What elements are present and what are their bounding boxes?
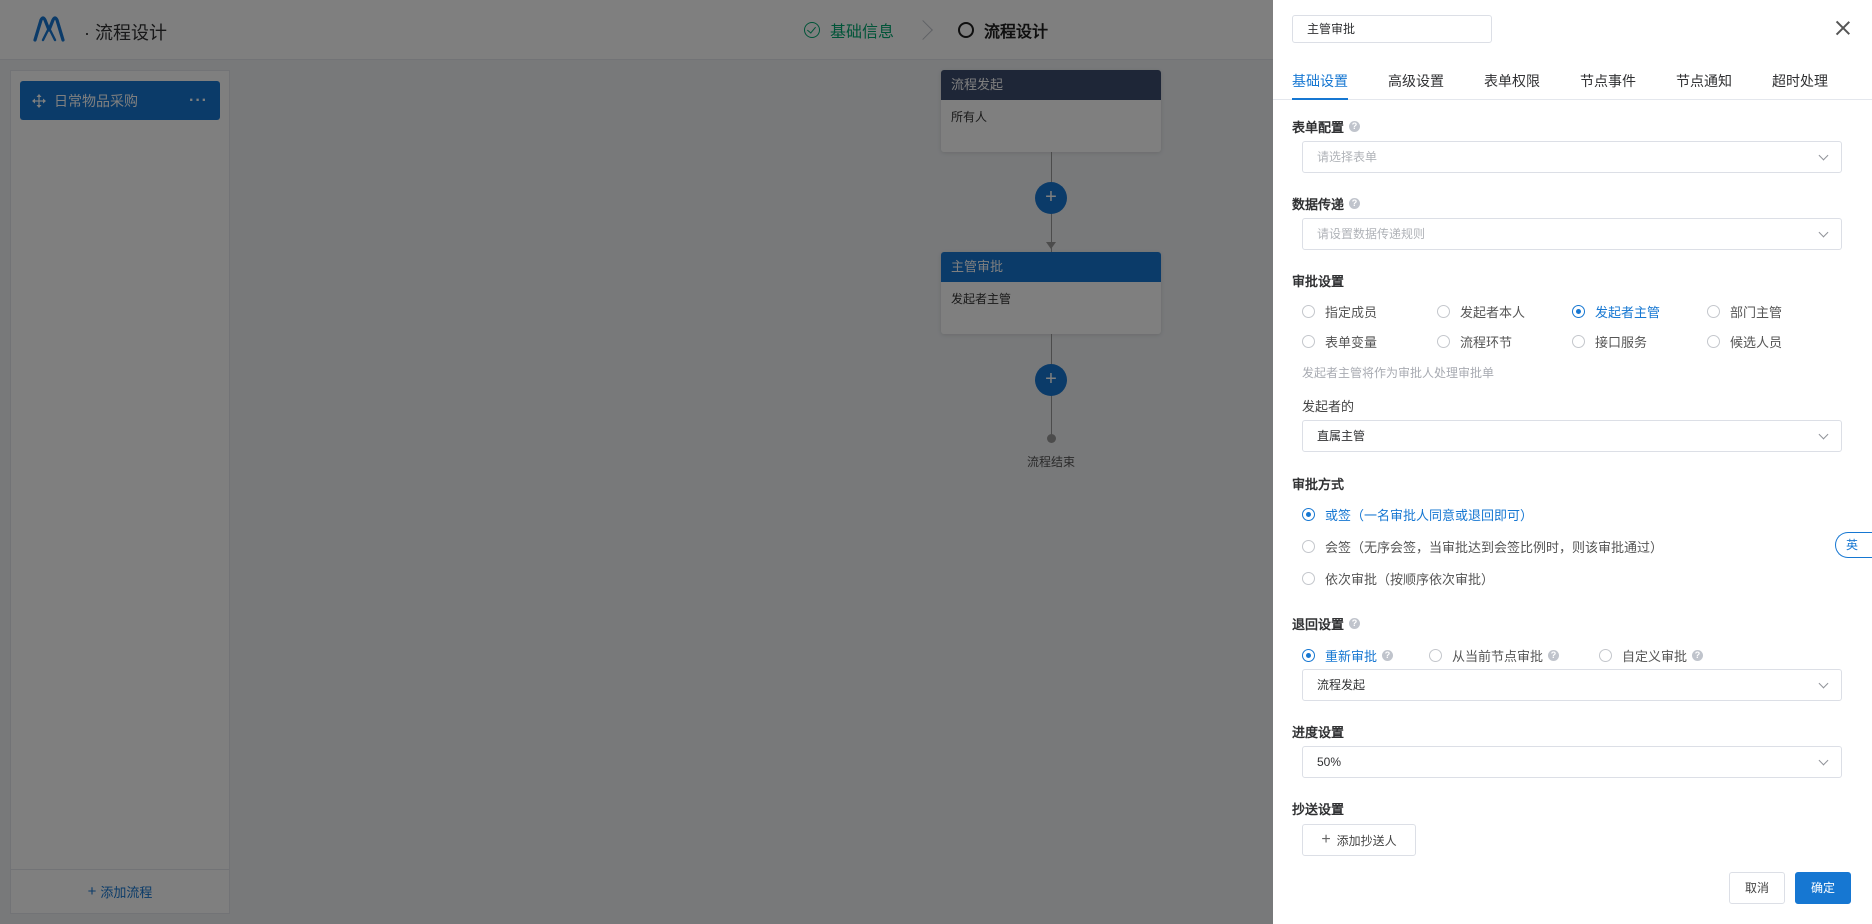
select-value: 流程发起 [1317, 678, 1366, 692]
data-transfer-select[interactable]: 请设置数据传递规则 [1302, 218, 1842, 250]
progress-select[interactable]: 50% [1302, 746, 1842, 778]
radio-approval-method[interactable]: 会签（无序会签，当审批达到会签比例时，则该审批通过） [1302, 537, 1663, 556]
radio-circle [1429, 649, 1442, 662]
radio-label: 重新审批 [1325, 649, 1378, 664]
chevron-down-icon [1818, 429, 1829, 440]
node-name-input[interactable]: 主管审批 [1292, 15, 1492, 43]
radio-label: 从当前节点审批 [1452, 649, 1544, 664]
radio-approver-type[interactable]: 候选人员 [1707, 332, 1782, 351]
section-title-text: 退回设置 [1292, 617, 1345, 632]
radio-circle [1599, 649, 1612, 662]
radio-label: 依次审批（按顺序依次审批） [1325, 572, 1495, 587]
radio-label: 发起者主管 [1595, 305, 1661, 320]
radio-circle [1302, 508, 1315, 521]
plus-icon: + [1321, 831, 1331, 848]
select-placeholder: 请设置数据传递规则 [1317, 227, 1426, 241]
radio-label: 接口服务 [1595, 335, 1648, 350]
radio-circle [1707, 335, 1720, 348]
tab-advanced-settings[interactable]: 高级设置 [1388, 71, 1444, 100]
radio-circle [1302, 649, 1315, 662]
return-node-select[interactable]: 流程发起 [1302, 669, 1842, 701]
form-select[interactable]: 请选择表单 [1302, 141, 1842, 173]
radio-label: 候选人员 [1730, 335, 1783, 350]
node-config-drawer: 主管审批 基础设置 高级设置 表单权限 节点事件 节点通知 超时处理 表单配置?… [1273, 0, 1872, 924]
radio-circle [1302, 305, 1315, 318]
tab-node-events[interactable]: 节点事件 [1580, 71, 1636, 100]
radio-return-mode[interactable]: 从当前节点审批? [1429, 646, 1560, 665]
chevron-down-icon [1818, 678, 1829, 689]
help-icon[interactable]: ? [1349, 618, 1361, 629]
radio-circle [1302, 572, 1315, 585]
approval-method-title: 审批方式 [1292, 477, 1345, 492]
confirm-button[interactable]: 确定 [1795, 872, 1851, 904]
progress-settings-title: 进度设置 [1292, 725, 1345, 740]
radio-circle [1707, 305, 1720, 318]
radio-label: 部门主管 [1730, 305, 1783, 320]
chevron-down-icon [1818, 755, 1829, 766]
radio-return-mode[interactable]: 自定义审批? [1599, 646, 1704, 665]
return-settings-title: 退回设置? [1292, 614, 1361, 633]
radio-circle [1437, 305, 1450, 318]
radio-approver-type[interactable]: 指定成员 [1302, 302, 1377, 321]
form-config-title: 表单配置? [1292, 117, 1361, 136]
radio-label: 表单变量 [1325, 335, 1378, 350]
radio-approver-type[interactable]: 部门主管 [1707, 302, 1782, 321]
radio-approver-type[interactable]: 接口服务 [1572, 332, 1647, 351]
select-placeholder: 请选择表单 [1317, 150, 1378, 164]
cancel-button[interactable]: 取消 [1729, 872, 1785, 904]
chevron-down-icon [1818, 150, 1829, 161]
add-cc-label: 添加抄送人 [1336, 833, 1397, 848]
initiator-label: 发起者的 [1302, 399, 1355, 414]
radio-circle [1572, 335, 1585, 348]
help-icon[interactable]: ? [1349, 198, 1361, 209]
section-title-text: 数据传递 [1292, 197, 1345, 212]
select-value: 直属主管 [1317, 429, 1366, 443]
close-icon[interactable] [1835, 20, 1851, 36]
radio-label: 会签（无序会签，当审批达到会签比例时，则该审批通过） [1325, 540, 1664, 555]
data-transfer-title: 数据传递? [1292, 194, 1361, 213]
radio-label: 流程环节 [1460, 335, 1513, 350]
tab-form-permissions[interactable]: 表单权限 [1484, 71, 1540, 100]
config-tabs: 基础设置 高级设置 表单权限 节点事件 节点通知 超时处理 [1273, 64, 1872, 100]
help-icon[interactable]: ? [1382, 650, 1394, 661]
radio-approver-type[interactable]: 发起者本人 [1437, 302, 1525, 321]
radio-circle [1302, 335, 1315, 348]
add-cc-button[interactable]: + 添加抄送人 [1302, 824, 1416, 856]
help-icon[interactable]: ? [1548, 650, 1560, 661]
help-icon[interactable]: ? [1692, 650, 1704, 661]
radio-label: 发起者本人 [1460, 305, 1526, 320]
radio-circle [1437, 335, 1450, 348]
radio-approval-method[interactable]: 依次审批（按顺序依次审批） [1302, 569, 1494, 588]
initiator-select[interactable]: 直属主管 [1302, 420, 1842, 452]
cc-settings-title: 抄送设置 [1292, 802, 1345, 817]
radio-circle [1572, 305, 1585, 318]
approval-settings-title: 审批设置 [1292, 274, 1345, 289]
radio-label: 或签（一名审批人同意或退回即可） [1325, 508, 1534, 523]
radio-circle [1302, 540, 1315, 553]
help-icon[interactable]: ? [1349, 121, 1361, 132]
approval-hint: 发起者主管将作为审批人处理审批单 [1302, 366, 1495, 380]
radio-approver-type[interactable]: 发起者主管 [1572, 302, 1660, 321]
radio-return-mode[interactable]: 重新审批? [1302, 646, 1394, 665]
tab-basic-settings[interactable]: 基础设置 [1292, 71, 1348, 100]
tab-timeout-handling[interactable]: 超时处理 [1772, 71, 1828, 100]
tab-node-notifications[interactable]: 节点通知 [1676, 71, 1732, 100]
ime-indicator[interactable]: 英 [1835, 532, 1872, 558]
radio-label: 指定成员 [1325, 305, 1378, 320]
radio-approval-method[interactable]: 或签（一名审批人同意或退回即可） [1302, 505, 1533, 524]
select-value: 50% [1317, 755, 1342, 769]
radio-approver-type[interactable]: 流程环节 [1437, 332, 1512, 351]
chevron-down-icon [1818, 227, 1829, 238]
radio-approver-type[interactable]: 表单变量 [1302, 332, 1377, 351]
radio-label: 自定义审批 [1622, 649, 1688, 664]
section-title-text: 表单配置 [1292, 120, 1345, 135]
